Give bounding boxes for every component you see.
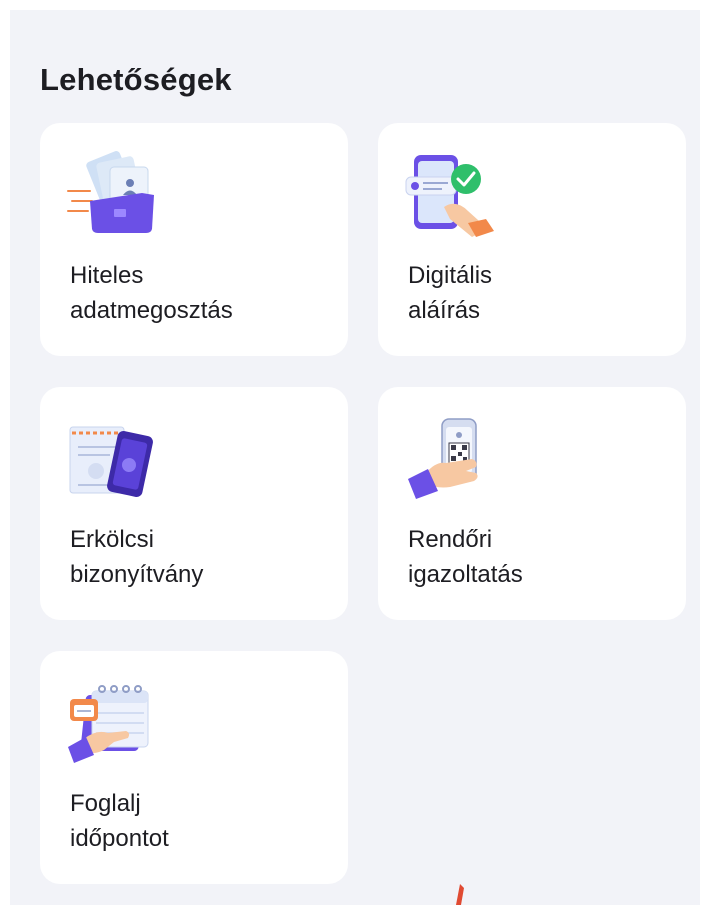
brand-logo-fragment bbox=[456, 884, 464, 905]
option-label: Hiteles adatmegosztás bbox=[70, 262, 233, 324]
folder-documents-icon bbox=[67, 151, 154, 233]
hand-phone-qr-icon bbox=[408, 418, 478, 499]
option-card-book-appointment[interactable]: Foglalj időpontot bbox=[40, 651, 348, 884]
option-card-certificate-of-good-conduct[interactable]: Erkölcsi bizonyítvány bbox=[40, 387, 348, 620]
option-card-authentic-data-sharing[interactable]: Hiteles adatmegosztás bbox=[40, 123, 348, 356]
option-label: Digitális aláírás bbox=[408, 262, 493, 324]
calendar-booking-icon bbox=[68, 685, 149, 763]
option-label: Foglalj időpontot bbox=[70, 790, 169, 852]
option-label: Rendőri igazoltatás bbox=[408, 526, 523, 588]
phone-signature-check-icon bbox=[405, 155, 494, 237]
option-card-police-identification[interactable]: Rendőri igazoltatás bbox=[378, 387, 686, 620]
section-title: Lehetőségek bbox=[40, 62, 232, 97]
options-screen: Lehetőségek Hiteles adatmegosztás Digitá… bbox=[10, 10, 700, 905]
option-label: Erkölcsi bizonyítvány bbox=[70, 526, 204, 588]
option-card-digital-signature[interactable]: Digitális aláírás bbox=[378, 123, 686, 356]
certificate-phone-icon bbox=[69, 426, 153, 497]
